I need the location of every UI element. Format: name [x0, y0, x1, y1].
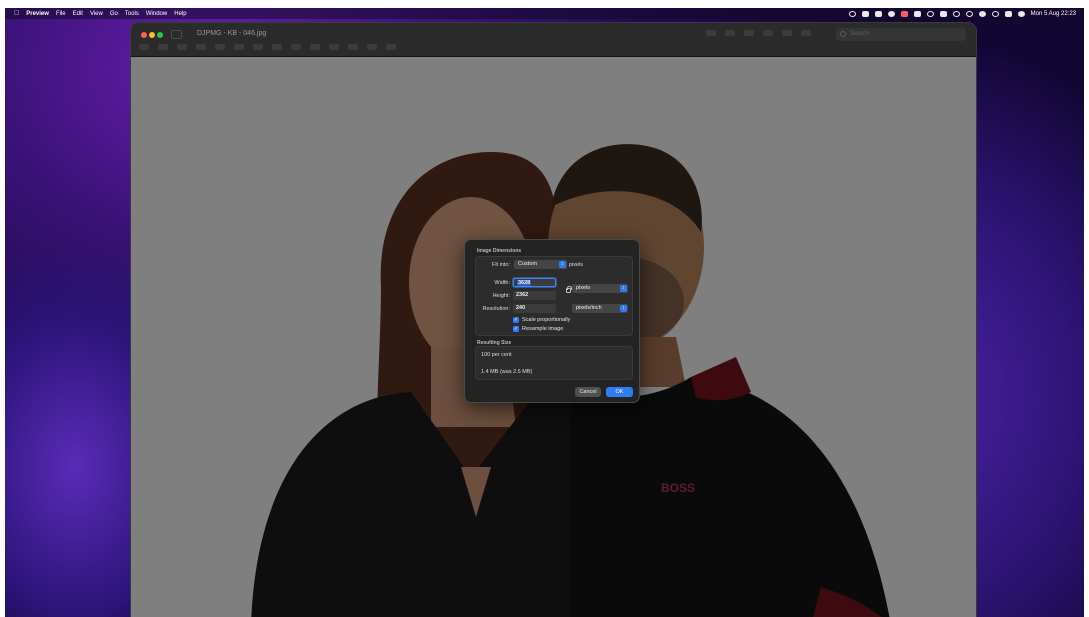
siri-icon[interactable]: [1017, 10, 1025, 17]
resolution-value: 240: [516, 305, 526, 311]
shape-style-icon[interactable]: [310, 44, 320, 50]
minimize-window-button[interactable]: [149, 32, 155, 38]
rotate-icon[interactable]: [801, 30, 811, 36]
menu-clock[interactable]: Mon 5 Aug 22:23: [1031, 11, 1076, 17]
menu-go[interactable]: Go: [110, 11, 118, 17]
size-unit-popup[interactable]: pixels ↕: [572, 284, 628, 293]
ok-button[interactable]: OK: [606, 387, 633, 397]
shapes-icon[interactable]: [215, 44, 225, 50]
search-glass-icon: [840, 31, 846, 37]
crop-icon[interactable]: [386, 44, 396, 50]
chevron-updown-icon: ↕: [620, 285, 627, 292]
status-icon-3[interactable]: [900, 10, 908, 17]
search-icon[interactable]: [991, 10, 999, 17]
toolbar-right: [706, 30, 811, 36]
resolution-label: Resolution:: [482, 306, 510, 312]
adjust-size-dialog: Image Dimensions Fit into: Custom ↕ pixe…: [464, 239, 640, 403]
window-titlebar: DJPMG - KB - 046.jpg Search: [131, 23, 976, 57]
share-icon[interactable]: [763, 30, 773, 36]
apple-menu-icon[interactable]: : [14, 10, 19, 17]
menu-help[interactable]: Help: [174, 11, 186, 17]
resulting-size-box: 100 per cent 1.4 MB (was 2.5 MB): [475, 346, 633, 380]
width-field[interactable]: 3628: [513, 278, 556, 287]
adjust-color-icon[interactable]: [272, 44, 282, 50]
markup-toolbar: [139, 44, 396, 50]
menu-bar:  Preview File Edit View Go Tools Window…: [5, 8, 1084, 19]
control-center-icon[interactable]: [1004, 10, 1012, 17]
adjust-size-icon[interactable]: [291, 44, 301, 50]
resolution-unit-popup[interactable]: pixels/inch ↕: [572, 304, 628, 313]
resample-image-label: Resample image: [522, 326, 564, 332]
status-icon-5[interactable]: [939, 10, 947, 17]
status-icon-2[interactable]: [887, 10, 895, 17]
lock-icon: [566, 286, 572, 293]
zoom-window-button[interactable]: [157, 32, 163, 38]
markup-icon[interactable]: [782, 30, 792, 36]
height-value: 2362: [516, 292, 529, 298]
pause-icon[interactable]: [913, 10, 921, 17]
text-tool-icon[interactable]: [234, 44, 244, 50]
scale-proportionally-checkbox[interactable]: ✓ Scale proportionally: [513, 317, 570, 323]
resolution-unit-value: pixels/inch: [576, 305, 602, 311]
checkmark-icon: ✓: [513, 317, 519, 323]
fit-into-popup[interactable]: Custom ↕: [514, 260, 567, 269]
fit-into-value: Custom: [518, 261, 537, 267]
sketch-tool-icon[interactable]: [177, 44, 187, 50]
width-value: 3628: [517, 280, 532, 286]
checkmark-icon: ✓: [513, 326, 519, 332]
resample-image-checkbox[interactable]: ✓ Resample image: [513, 326, 563, 332]
border-color-icon[interactable]: [329, 44, 339, 50]
size-unit-value: pixels: [576, 285, 591, 291]
search-field[interactable]: Search: [836, 28, 966, 41]
cancel-button[interactable]: Cancel: [575, 387, 601, 397]
zoom-out-icon[interactable]: [725, 30, 735, 36]
height-label: Height:: [492, 293, 510, 299]
resulting-percent: 100 per cent: [481, 352, 512, 358]
width-label: Width:: [494, 280, 510, 286]
selection-tool-icon[interactable]: [139, 44, 149, 50]
sign-icon[interactable]: [253, 44, 263, 50]
sidebar-toggle-icon[interactable]: [171, 30, 182, 39]
chevron-updown-icon: ↕: [559, 261, 566, 268]
resolution-field[interactable]: 240: [513, 304, 556, 313]
instant-alpha-icon[interactable]: [158, 44, 168, 50]
cloud-icon-2[interactable]: [874, 10, 882, 17]
status-icon-6[interactable]: [952, 10, 960, 17]
text-style-icon[interactable]: [367, 44, 377, 50]
height-field[interactable]: 2362: [513, 291, 556, 300]
info-icon[interactable]: [706, 30, 716, 36]
fill-color-icon[interactable]: [348, 44, 358, 50]
fit-into-label: Fit into:: [491, 262, 510, 268]
chevron-updown-icon: ↕: [620, 305, 627, 312]
menu-edit[interactable]: Edit: [73, 11, 83, 17]
menu-app-preview[interactable]: Preview: [26, 11, 49, 17]
menu-file[interactable]: File: [56, 11, 66, 17]
document-title: DJPMG - KB - 046.jpg: [197, 30, 267, 37]
search-placeholder: Search: [850, 31, 870, 37]
clock-status-icon[interactable]: [965, 10, 973, 17]
draw-tool-icon[interactable]: [196, 44, 206, 50]
image-dimensions-title: Image Dimensions: [477, 248, 522, 254]
menu-tools[interactable]: Tools: [125, 11, 139, 17]
close-window-button[interactable]: [141, 32, 147, 38]
cloud-icon[interactable]: [861, 10, 869, 17]
status-icon-1[interactable]: [848, 10, 856, 17]
menu-window[interactable]: Window: [146, 11, 167, 17]
menu-view[interactable]: View: [90, 11, 103, 17]
status-icon-4[interactable]: [926, 10, 934, 17]
fit-into-unit: pixels: [569, 262, 584, 268]
wifi-icon[interactable]: [978, 10, 986, 17]
scale-proportionally-label: Scale proportionally: [522, 317, 571, 323]
zoom-in-icon[interactable]: [744, 30, 754, 36]
resulting-filesize: 1.4 MB (was 2.5 MB): [481, 369, 533, 375]
dimensions-box: Fit into: Custom ↕ pixels Width: 3628 He…: [475, 256, 633, 336]
